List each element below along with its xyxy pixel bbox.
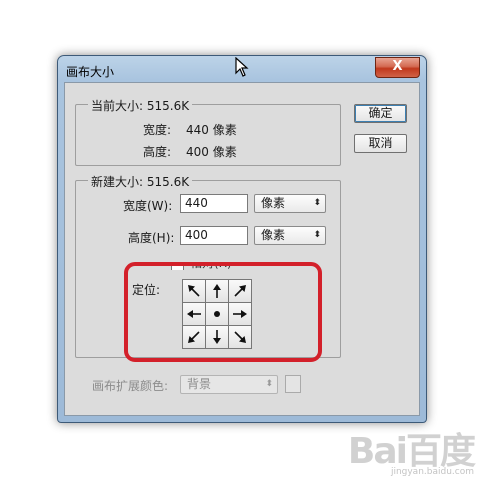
watermark-url: jingyan.baidu.com [390,467,474,477]
current-size-heading: 当前大小: 515.6K [88,97,193,114]
new-size-heading: 新建大小: 515.6K [88,173,193,190]
width-input[interactable]: 440 [180,194,248,213]
height-unit-value: 像素 [261,228,286,242]
ok-button[interactable]: 确定 [354,104,407,123]
current-width-value: 440 像素 [186,123,237,137]
canvas-extension-select[interactable]: 背景 ⬍ [180,375,278,394]
updown-arrow-icon: ⬍ [313,198,321,208]
width-unit-value: 像素 [261,196,286,210]
new-height-label: 高度(H): [128,231,175,245]
current-height-label: 高度: [143,145,172,159]
current-width-label: 宽度: [143,123,172,137]
cancel-button[interactable]: 取消 [354,134,407,153]
highlight-annotation [124,262,322,362]
canvas-extension-label: 画布扩展颜色: [92,379,169,393]
current-height-value: 400 像素 [186,145,237,159]
updown-arrow-icon: ⬍ [265,379,273,389]
dialog-title: 画布大小 [66,65,115,79]
width-unit-select[interactable]: 像素 ⬍ [254,194,326,213]
height-unit-select[interactable]: 像素 ⬍ [254,226,326,245]
canvas-color-swatch[interactable] [285,375,301,393]
close-button[interactable]: X [375,57,420,78]
canvas-extension-value: 背景 [187,377,212,391]
new-width-label: 宽度(W): [123,199,173,213]
height-input[interactable]: 400 [180,226,248,245]
mouse-cursor-icon [235,57,249,77]
updown-arrow-icon: ⬍ [313,230,321,240]
